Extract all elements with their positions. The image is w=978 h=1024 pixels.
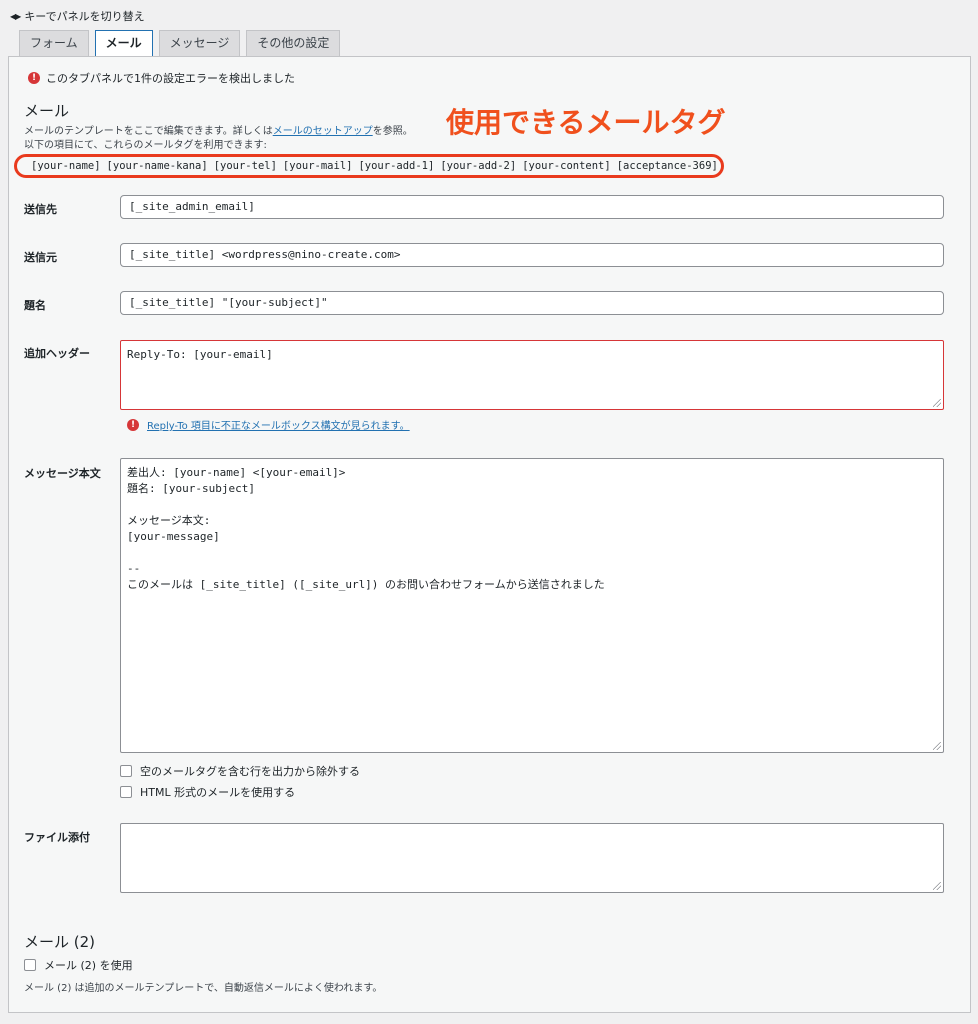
mail-tag: [your-add-1] xyxy=(358,160,435,172)
error-icon: ! xyxy=(28,72,40,84)
desc-line2: 以下の項目にて、これらのメールタグを利用できます: xyxy=(24,140,267,151)
use-html-checkbox[interactable] xyxy=(120,786,132,798)
body-value: 差出人: [your-name] <[your-email]> 題名: [you… xyxy=(127,466,605,591)
tab-mail[interactable]: メール xyxy=(94,30,153,57)
exclude-blank-checkbox[interactable] xyxy=(120,765,132,777)
from-label: 送信元 xyxy=(24,251,57,264)
section-title: メール xyxy=(24,102,70,120)
tab-bar: フォーム メール メッセージ その他の設定 xyxy=(19,30,341,57)
headers-error-link[interactable]: Reply-To 項目に不正なメールボックス構文が見られます。 xyxy=(147,417,410,432)
panel-switch-hint-text: キーでパネルを切り替え xyxy=(24,10,145,23)
resize-handle[interactable] xyxy=(933,399,941,407)
left-right-arrow-icon: ◀▶ xyxy=(10,11,21,21)
mail2-title: メール (2) xyxy=(24,933,96,951)
to-field[interactable]: [_site_admin_email] xyxy=(120,195,944,219)
exclude-blank-label: 空のメールタグを含む行を出力から除外する xyxy=(140,765,360,778)
mail-tag: [your-name-kana] xyxy=(106,160,208,172)
error-icon: ! xyxy=(127,418,139,431)
headers-label: 追加ヘッダー xyxy=(24,347,90,360)
use-mail2-label: メール (2) を使用 xyxy=(44,959,133,972)
subject-field[interactable]: [_site_title] "[your-subject]" xyxy=(120,291,944,315)
subject-label: 題名 xyxy=(24,299,46,312)
desc-suffix: を参照。 xyxy=(372,126,413,137)
tab-messages[interactable]: メッセージ xyxy=(158,30,241,56)
use-html-option[interactable]: HTML 形式のメールを使用する xyxy=(120,784,295,800)
from-field[interactable]: [_site_title] <wordpress@nino-create.com… xyxy=(120,243,944,267)
tab-additional-settings[interactable]: その他の設定 xyxy=(246,30,341,56)
use-mail2-option[interactable]: メール (2) を使用 xyxy=(24,957,133,973)
panel-switch-hint: ◀▶ キーでパネルを切り替え xyxy=(10,8,145,24)
mail-tag: [your-content] xyxy=(522,160,611,172)
annotation-label: 使用できるメールタグ xyxy=(446,106,726,139)
mail-setup-link[interactable]: メールのセットアップ xyxy=(273,126,373,137)
mail-tag-list: [your-name] [your-name-kana] [your-tel] [yo… xyxy=(14,154,724,178)
tab-form[interactable]: フォーム xyxy=(19,30,89,56)
mail-tag: [acceptance-369] xyxy=(616,160,718,172)
mail-tag: [your-add-2] xyxy=(440,160,517,172)
panel-error-notice: ! このタブパネルで1件の設定エラーを検出しました xyxy=(28,70,295,86)
headers-error: ! Reply-To 項目に不正なメールボックス構文が見られます。 xyxy=(127,417,410,432)
mail-panel: ! このタブパネルで1件の設定エラーを検出しました メール 使用できるメールタグ… xyxy=(8,56,971,1013)
panel-error-text: このタブパネルで1件の設定エラーを検出しました xyxy=(46,72,295,85)
mail2-note: メール (2) は追加のメールテンプレートで、自動返信メールによく使われます。 xyxy=(24,983,383,994)
exclude-blank-option[interactable]: 空のメールタグを含む行を出力から除外する xyxy=(120,763,360,779)
resize-handle[interactable] xyxy=(933,882,941,890)
mail-tag: [your-name] xyxy=(31,160,101,172)
mail-tag: [your-mail] xyxy=(282,160,353,172)
use-html-label: HTML 形式のメールを使用する xyxy=(140,786,296,799)
body-textarea[interactable]: 差出人: [your-name] <[your-email]> 題名: [you… xyxy=(120,458,944,753)
desc-prefix: メールのテンプレートをここで編集できます。詳しくは xyxy=(24,126,273,137)
to-label: 送信先 xyxy=(24,203,57,216)
mail-tag: [your-tel] xyxy=(213,160,277,172)
headers-value: Reply-To: [your-email] xyxy=(127,348,273,361)
headers-textarea[interactable]: Reply-To: [your-email] xyxy=(120,340,944,410)
attachments-label: ファイル添付 xyxy=(24,831,90,844)
resize-handle[interactable] xyxy=(933,742,941,750)
attachments-textarea[interactable] xyxy=(120,823,944,893)
body-label: メッセージ本文 xyxy=(24,467,101,480)
use-mail2-checkbox[interactable] xyxy=(24,959,36,971)
section-description: メールのテンプレートをここで編集できます。詳しくはメールのセットアップを参照。 … xyxy=(24,125,413,153)
